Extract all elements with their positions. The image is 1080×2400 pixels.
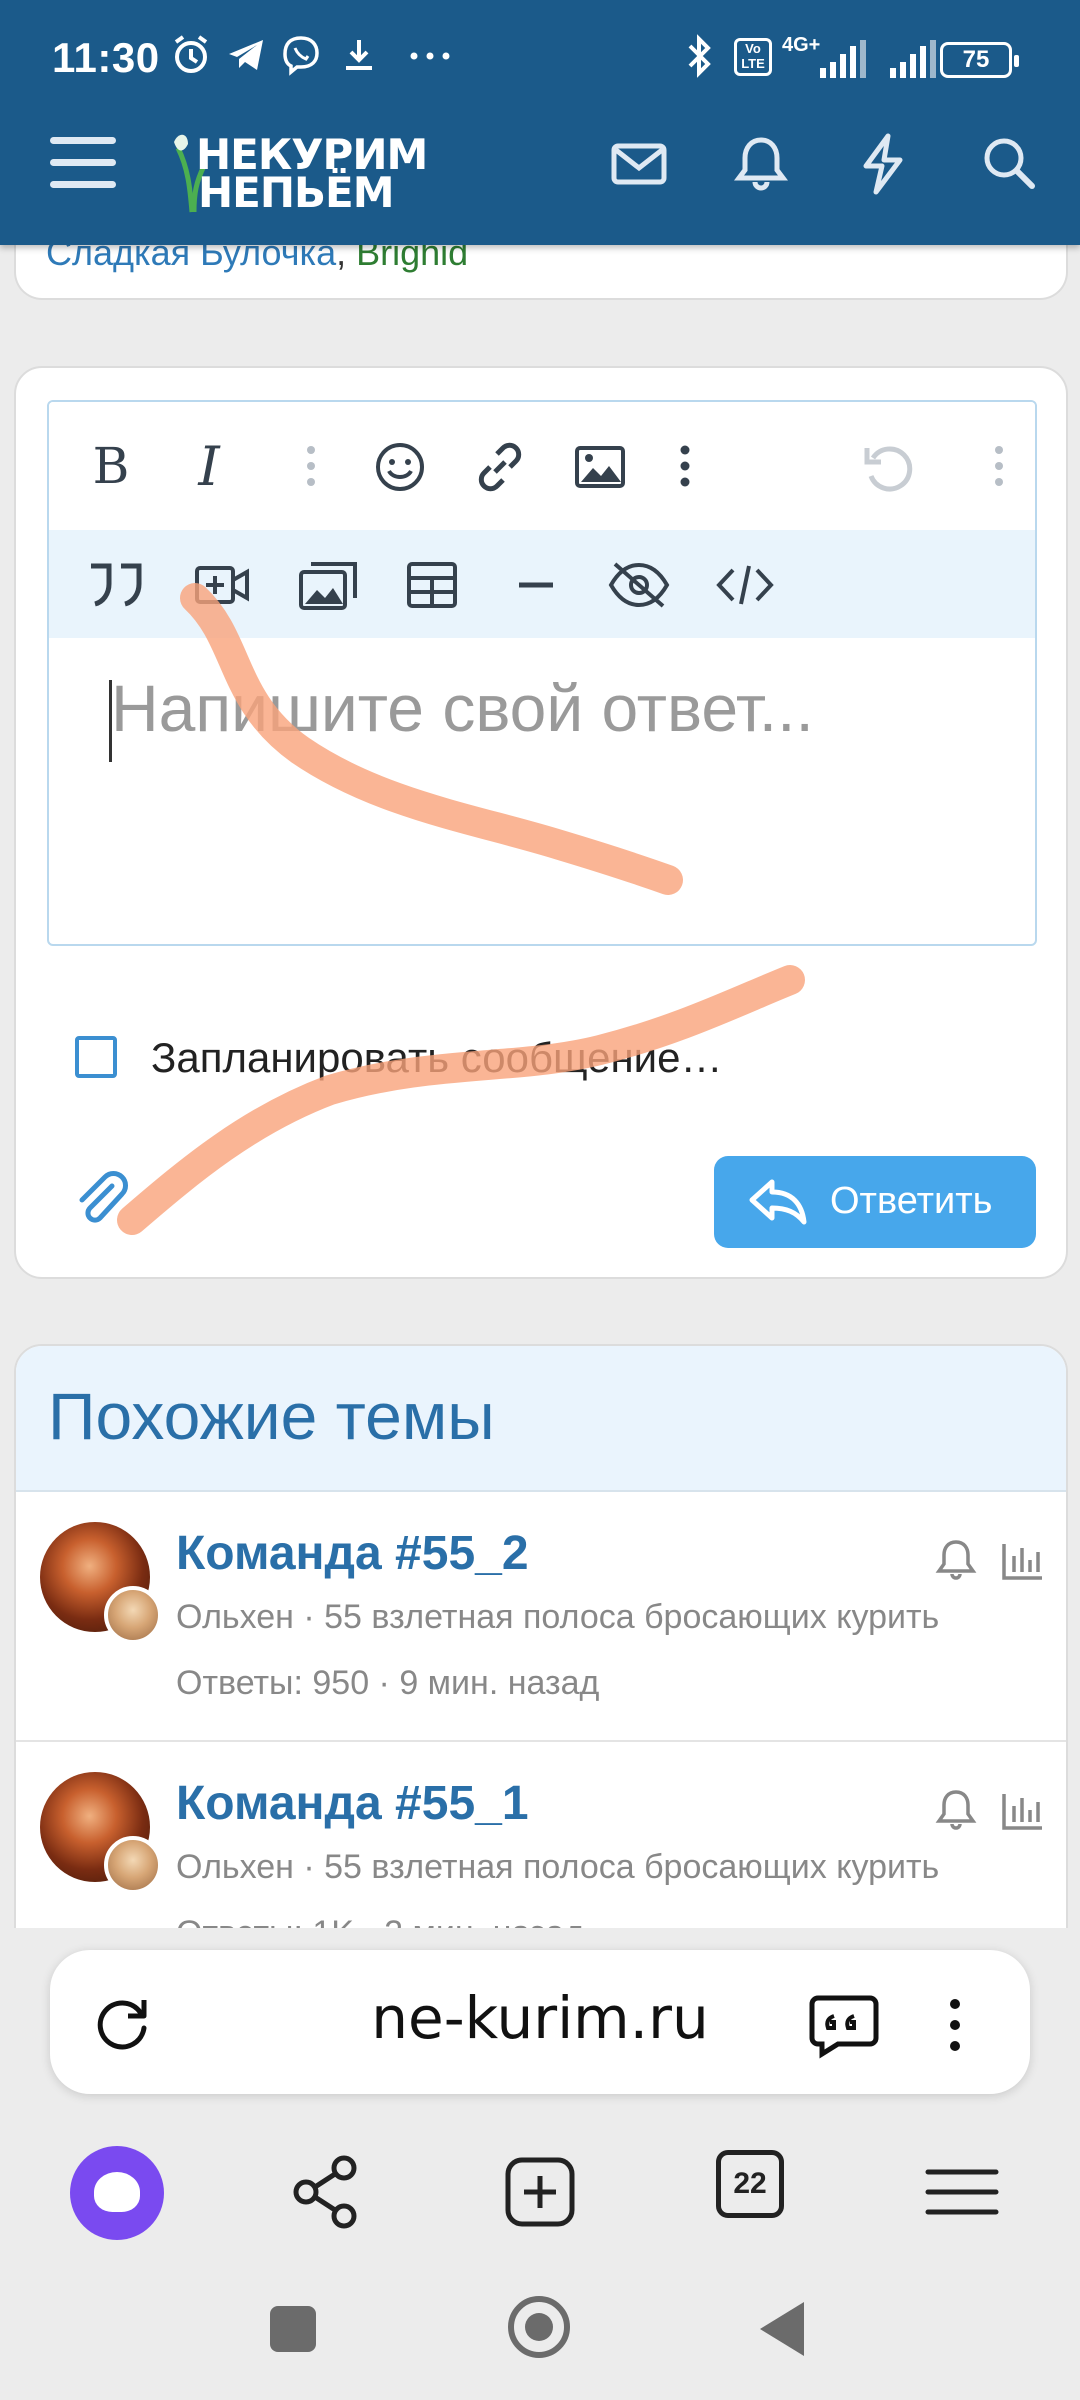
undo-icon[interactable]	[859, 440, 915, 496]
reply-icon	[749, 1179, 807, 1225]
reply-button-label: Ответить	[830, 1180, 993, 1222]
stats-icon[interactable]	[998, 1536, 1046, 1584]
horizontal-line-icon[interactable]	[511, 560, 561, 610]
more-notifications-icon	[410, 52, 450, 60]
menu-icon[interactable]	[916, 2146, 1008, 2238]
similar-topics: Похожие темы Команда #55_2 Ольхен · 55 в…	[14, 1344, 1068, 1944]
more-dots-icon[interactable]	[979, 440, 1019, 492]
quote-icon[interactable]	[87, 560, 145, 610]
battery-indicator: 75	[940, 42, 1019, 78]
bell-icon[interactable]	[726, 128, 796, 198]
bold-button[interactable]: B	[79, 434, 143, 498]
similar-topics-header: Похожие темы	[16, 1346, 1066, 1492]
thread-row[interactable]: Команда #55_1 Ольхен · 55 взлетная полос…	[16, 1742, 1066, 1942]
tabs-counter[interactable]: 22	[716, 2150, 784, 2218]
schedule-label: Запланировать сообщение…	[151, 1034, 723, 1081]
similar-topics-title: Похожие темы	[48, 1379, 495, 1453]
bluetooth-icon	[688, 34, 711, 78]
link-icon[interactable]	[473, 440, 527, 494]
share-icon[interactable]	[280, 2146, 372, 2238]
telegram-icon	[229, 40, 263, 70]
more-dots-icon[interactable]	[291, 440, 331, 492]
browser-menu-icon[interactable]	[940, 1990, 970, 2060]
media-icon[interactable]	[193, 560, 253, 610]
volte-icon: Vo LTE	[734, 38, 772, 76]
schedule-option[interactable]: Запланировать сообщение…	[75, 1034, 855, 1082]
alarm-icon	[174, 35, 208, 73]
editor-toolbar-secondary	[49, 530, 1035, 638]
status-bar: 11:30 Vo LTE 4G+ 75	[0, 0, 1080, 120]
editor-toolbar-primary: B I	[49, 402, 1035, 530]
last-poster-avatar[interactable]	[104, 1836, 162, 1894]
reader-mode-icon[interactable]	[808, 1990, 880, 2060]
signal-icon	[820, 40, 936, 78]
assistant-button[interactable]	[70, 2146, 164, 2240]
bell-icon[interactable]	[932, 1536, 980, 1584]
thread-title[interactable]: Команда #55_1	[176, 1776, 529, 1831]
thread-meta: Ольхен · 55 взлетная полоса бросающих ку…	[176, 1598, 940, 1636]
thread-meta: Ольхен · 55 взлетная полоса бросающих ку…	[176, 1848, 940, 1886]
site-logo[interactable]: НЕКУРИМ НЕПЬЁМ	[168, 128, 468, 218]
spoiler-icon[interactable]	[607, 558, 671, 612]
lightning-icon[interactable]	[848, 128, 918, 198]
recent-apps-button[interactable]	[270, 2306, 316, 2352]
thread-row[interactable]: Команда #55_2 Ольхен · 55 взлетная полос…	[16, 1492, 1066, 1742]
network-type: 4G+	[782, 34, 821, 56]
back-button[interactable]	[760, 2302, 804, 2356]
more-dots-icon[interactable]	[665, 440, 705, 492]
image-icon[interactable]	[573, 442, 627, 492]
new-tab-icon[interactable]	[494, 2146, 586, 2238]
bold-icon: B	[92, 437, 130, 495]
reply-placeholder: Напишите свой ответ...	[111, 671, 814, 745]
app-header: 11:30 Vo LTE 4G+ 75 НЕКУРИМ НЕПЬЁМ	[0, 0, 1080, 245]
emoji-icon[interactable]	[373, 440, 427, 494]
home-button[interactable]	[508, 2296, 570, 2358]
last-poster-avatar[interactable]	[104, 1586, 162, 1644]
more-text-options-icon[interactable]	[199, 434, 263, 498]
thread-title[interactable]: Команда #55_2	[176, 1526, 529, 1581]
mail-icon[interactable]	[604, 128, 674, 198]
address-url[interactable]: ne-kurim.ru	[0, 1984, 1080, 2052]
schedule-checkbox[interactable]	[75, 1036, 117, 1078]
status-time: 11:30	[52, 34, 160, 81]
bell-icon[interactable]	[932, 1786, 980, 1834]
search-icon[interactable]	[974, 128, 1044, 198]
table-icon[interactable]	[405, 560, 459, 610]
logo-line-2: НЕПЬЁМ	[198, 168, 394, 217]
viber-icon	[283, 36, 319, 76]
stats-icon[interactable]	[998, 1786, 1046, 1834]
reply-editor[interactable]: B I Напишите свой ответ...	[47, 400, 1037, 946]
gallery-icon[interactable]	[297, 558, 361, 612]
download-icon	[346, 40, 372, 70]
thread-stats: Ответы: 950 · 9 мин. назад	[176, 1664, 600, 1702]
code-icon[interactable]	[715, 560, 775, 610]
attach-icon[interactable]	[72, 1170, 132, 1230]
menu-button[interactable]	[50, 137, 116, 193]
reply-button[interactable]: Ответить	[714, 1156, 1036, 1248]
